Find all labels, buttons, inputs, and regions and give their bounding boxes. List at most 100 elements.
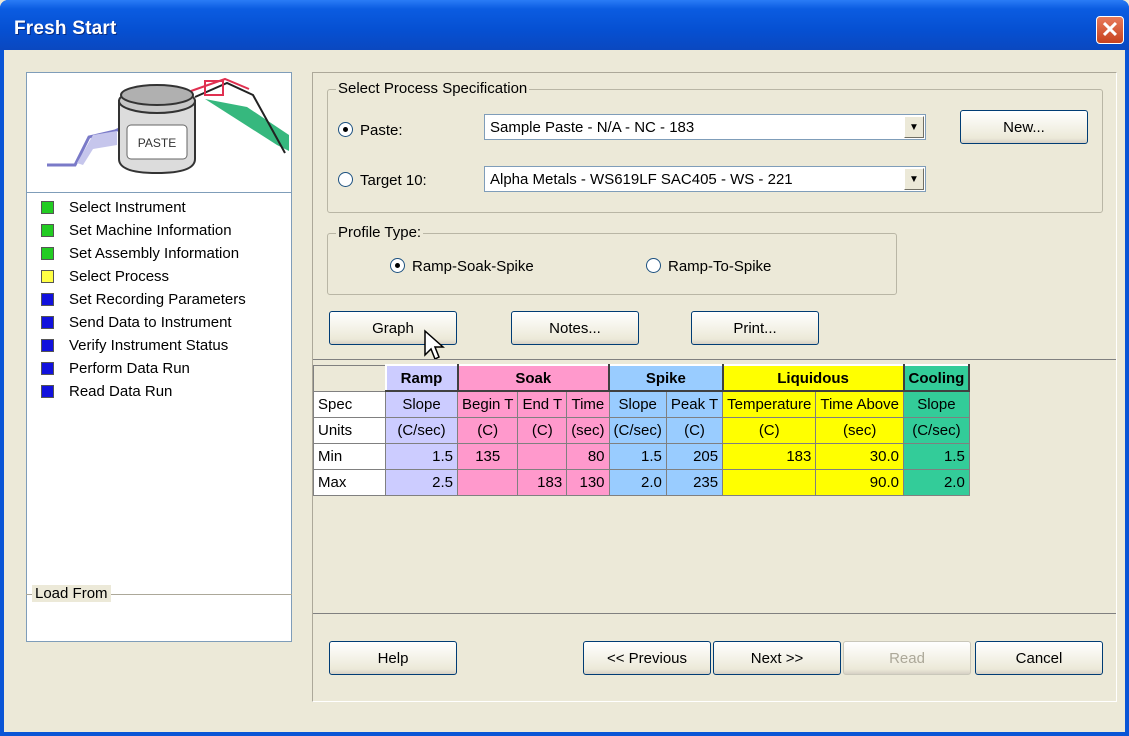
target-radio-label[interactable]: Target 10:: [360, 172, 427, 189]
table-cell[interactable]: 2.0: [608, 468, 667, 496]
paste-radio[interactable]: [338, 122, 353, 137]
table-cell[interactable]: 2.5: [385, 468, 458, 496]
step-select-process[interactable]: Select Process: [27, 265, 291, 288]
read-button[interactable]: Read: [843, 641, 971, 675]
table-cell[interactable]: [722, 468, 817, 496]
table-cell[interactable]: 2.0: [903, 468, 970, 496]
paste-profile-illustration: PASTE: [27, 73, 291, 193]
table-cell[interactable]: (C/sec): [608, 416, 667, 444]
step-select-instrument[interactable]: Select Instrument: [27, 196, 291, 219]
table-cell[interactable]: (C): [456, 416, 519, 444]
target-select[interactable]: Alpha Metals - WS619LF SAC405 - WS - 221…: [484, 166, 926, 192]
wizard-step-list: Select Instrument Set Machine Informatio…: [27, 196, 291, 403]
table-corner-cell: [313, 364, 386, 392]
table-cell[interactable]: 183: [722, 442, 817, 470]
step-read-data-run[interactable]: Read Data Run: [27, 380, 291, 403]
table-cell[interactable]: 235: [665, 468, 724, 496]
step-status-indicator: [41, 270, 54, 283]
step-perform-data-run[interactable]: Perform Data Run: [27, 357, 291, 380]
previous-button[interactable]: << Previous: [583, 641, 711, 675]
row-label-spec: Spec: [313, 390, 386, 418]
close-button[interactable]: ✕: [1096, 16, 1124, 44]
table-cell[interactable]: (C/sec): [903, 416, 970, 444]
table-cell[interactable]: 130: [566, 468, 610, 496]
ramp-soak-spike-label[interactable]: Ramp-Soak-Spike: [412, 258, 534, 275]
table-cell[interactable]: 30.0: [815, 442, 904, 470]
liquidous-header: Liquidous: [721, 364, 905, 392]
notes-button[interactable]: Notes...: [511, 311, 639, 345]
chevron-down-icon[interactable]: ▼: [904, 168, 924, 190]
paste-radio-label[interactable]: Paste:: [360, 122, 403, 139]
dialog-client-area: PASTE Select Instrument Set Machine Info…: [4, 50, 1125, 732]
table-cell[interactable]: Slope: [903, 390, 970, 418]
ramp-to-spike-label[interactable]: Ramp-To-Spike: [668, 258, 771, 275]
fresh-start-window: Fresh Start ✕ PASTE Select Instrument Se…: [0, 0, 1129, 736]
table-cell[interactable]: (C): [517, 416, 568, 444]
new-button[interactable]: New...: [960, 110, 1088, 144]
step-status-indicator: [41, 293, 54, 306]
step-label: Perform Data Run: [69, 360, 190, 377]
step-set-assembly-information[interactable]: Set Assembly Information: [27, 242, 291, 265]
row-label-units: Units: [313, 416, 386, 444]
ramp-to-spike-radio[interactable]: [646, 258, 661, 273]
table-cell[interactable]: 135: [456, 442, 519, 470]
table-cell[interactable]: (C/sec): [385, 416, 458, 444]
paste-select[interactable]: Sample Paste - N/A - NC - 183 ▼: [484, 114, 926, 140]
step-label: Select Instrument: [69, 199, 186, 216]
next-button[interactable]: Next >>: [713, 641, 841, 675]
table-cell[interactable]: Temperature: [722, 390, 817, 418]
print-button[interactable]: Print...: [691, 311, 819, 345]
step-send-data-to-instrument[interactable]: Send Data to Instrument: [27, 311, 291, 334]
target-radio[interactable]: [338, 172, 353, 187]
table-cell[interactable]: Slope: [385, 390, 458, 418]
spec-table-area: Ramp Soak Spike Liquidous Cooling Spec S…: [313, 359, 1116, 613]
table-cell[interactable]: [517, 442, 568, 470]
table-cell[interactable]: Peak T: [665, 390, 724, 418]
table-cell[interactable]: Time Above: [815, 390, 904, 418]
footer-divider: [313, 613, 1116, 614]
step-set-recording-parameters[interactable]: Set Recording Parameters: [27, 288, 291, 311]
table-cell[interactable]: 1.5: [903, 442, 970, 470]
table-cell[interactable]: 1.5: [385, 442, 458, 470]
target-select-value: Alpha Metals - WS619LF SAC405 - WS - 221: [490, 171, 793, 188]
svg-text:PASTE: PASTE: [138, 136, 176, 150]
table-cell[interactable]: Time: [566, 390, 610, 418]
table-cell[interactable]: 183: [517, 468, 568, 496]
step-label: Set Assembly Information: [69, 245, 240, 262]
step-set-machine-information[interactable]: Set Machine Information: [27, 219, 291, 242]
step-status-indicator: [41, 201, 54, 214]
title-bar[interactable]: Fresh Start ✕: [0, 0, 1129, 50]
step-status-indicator: [41, 385, 54, 398]
step-status-indicator: [41, 339, 54, 352]
step-verify-instrument-status[interactable]: Verify Instrument Status: [27, 334, 291, 357]
table-cell[interactable]: 205: [665, 442, 724, 470]
table-cell[interactable]: (sec): [566, 416, 610, 444]
table-row: Min 1.5 135 80 1.5 205 183 30.0 1.5: [313, 442, 970, 470]
soak-header: Soak: [456, 364, 611, 392]
table-header-row: Ramp Soak Spike Liquidous Cooling: [313, 364, 971, 392]
step-label: Select Process: [69, 268, 170, 285]
step-status-indicator: [41, 316, 54, 329]
chevron-down-icon[interactable]: ▼: [904, 116, 924, 138]
load-from-group: Load From: [26, 585, 292, 732]
table-cell[interactable]: (sec): [815, 416, 904, 444]
table-cell[interactable]: 90.0: [815, 468, 904, 496]
profile-type-group-label: Profile Type:: [336, 224, 424, 241]
table-cell[interactable]: Slope: [608, 390, 667, 418]
table-cell[interactable]: End T: [517, 390, 568, 418]
table-cell[interactable]: (C): [722, 416, 817, 444]
ramp-header: Ramp: [384, 364, 459, 392]
process-spec-table: Ramp Soak Spike Liquidous Cooling Spec S…: [313, 364, 971, 496]
ramp-soak-spike-radio[interactable]: [390, 258, 405, 273]
table-cell[interactable]: (C): [665, 416, 724, 444]
cancel-button[interactable]: Cancel: [975, 641, 1103, 675]
table-cell[interactable]: 1.5: [608, 442, 667, 470]
table-cell[interactable]: Begin T: [456, 390, 519, 418]
step-label: Set Machine Information: [69, 222, 232, 239]
table-cell[interactable]: 80: [566, 442, 610, 470]
help-button[interactable]: Help: [329, 641, 457, 675]
step-status-indicator: [41, 247, 54, 260]
row-label-max: Max: [313, 468, 386, 496]
step-label: Verify Instrument Status: [69, 337, 229, 354]
table-cell[interactable]: [456, 468, 519, 496]
